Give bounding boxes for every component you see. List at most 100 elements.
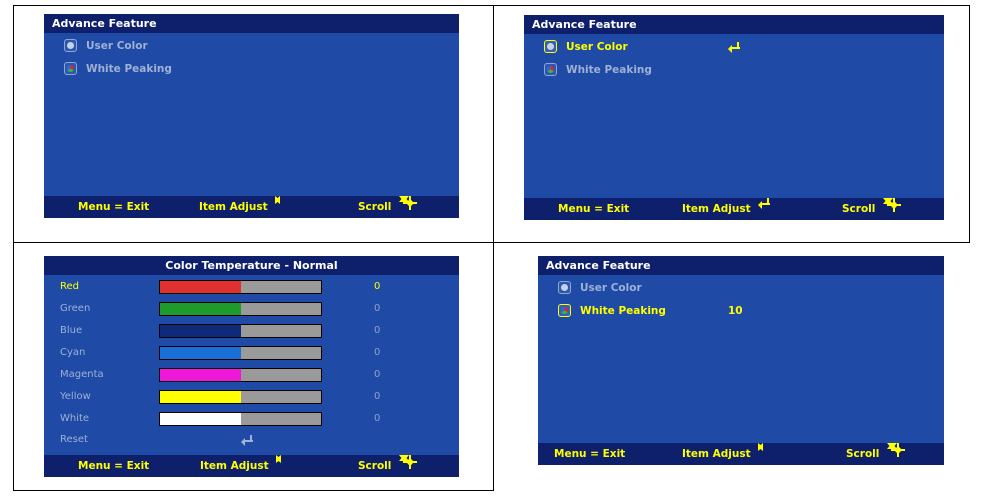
footer-scroll-label: Scroll (846, 448, 880, 460)
grid-top (13, 5, 970, 6)
menu-item-label: White Peaking (566, 64, 652, 76)
menu-item-label: User Color (580, 282, 642, 294)
user-color-icon (558, 281, 571, 294)
color-temp-value: 0 (374, 413, 381, 424)
color-temp-value: 0 (374, 325, 381, 336)
color-temp-value: 0 (374, 347, 381, 358)
menu-item-label: User Color (86, 40, 148, 52)
color-temp-row-cyan[interactable]: Cyan 0 (44, 342, 459, 364)
osd-panel-advance-feature-1: Advance Feature User Color White Peaking… (44, 14, 459, 218)
footer-adjust-hint: Item Adjust (199, 196, 280, 218)
color-temp-label: White (60, 413, 90, 424)
color-temp-value: 0 (374, 281, 381, 292)
color-temp-slider-fill (160, 281, 241, 293)
footer-exit-hint: Menu = Exit (558, 203, 630, 215)
footer-adjust-label: Item Adjust (200, 460, 269, 472)
footer-exit-hint: Menu = Exit (78, 460, 150, 472)
brightness-icon (886, 198, 902, 212)
footer-adjust-hint: Item Adjust (200, 455, 281, 477)
right-arrow-icon (274, 196, 280, 204)
color-temp-value: 0 (374, 391, 381, 402)
color-temp-slider[interactable] (159, 346, 322, 360)
white-peaking-icon (558, 304, 571, 317)
footer-exit-hint: Menu = Exit (78, 201, 150, 213)
footer-adjust-label: Item Adjust (682, 203, 751, 215)
panel-title: Advance Feature (538, 256, 944, 275)
panel-title: Advance Feature (44, 14, 459, 33)
color-temp-row-red[interactable]: Red 0 (44, 276, 459, 298)
footer-scroll-hint: Scroll (842, 198, 902, 220)
footer-scroll-hint: Scroll (358, 196, 418, 218)
footer-scroll-hint: Scroll (846, 443, 906, 465)
color-temp-label: Blue (60, 325, 83, 336)
menu-item-white-peaking[interactable]: White Peaking 10 (538, 301, 944, 321)
color-temp-label: Green (60, 303, 91, 314)
color-temp-slider[interactable] (159, 302, 322, 316)
osd-panel-advance-feature-2: Advance Feature User Color White Peaking… (524, 15, 944, 220)
menu-item-user-color[interactable]: User Color (44, 36, 459, 56)
footer-adjust-hint: Item Adjust (682, 198, 770, 220)
color-temp-slider-fill (160, 391, 241, 403)
menu-item-user-color[interactable]: User Color (538, 278, 944, 298)
enter-icon (241, 435, 253, 446)
menu-item-white-peaking[interactable]: White Peaking (524, 60, 944, 80)
white-peaking-icon (544, 63, 557, 76)
panel-title: Advance Feature (524, 15, 944, 34)
color-temp-slider-fill (160, 369, 241, 381)
menu-item-label: White Peaking (580, 305, 666, 317)
color-temp-slider-fill (160, 347, 241, 359)
color-temp-row-green[interactable]: Green 0 (44, 298, 459, 320)
color-temp-slider[interactable] (159, 280, 322, 294)
color-temp-slider[interactable] (159, 412, 322, 426)
color-temp-label: Cyan (60, 347, 86, 358)
color-temp-slider[interactable] (159, 368, 322, 382)
grid-right (969, 5, 970, 243)
color-temp-label: Magenta (60, 369, 104, 380)
color-temp-row-yellow[interactable]: Yellow 0 (44, 386, 459, 408)
brightness-icon (402, 455, 418, 469)
footer-scroll-hint: Scroll (358, 455, 418, 477)
menu-item-user-color[interactable]: User Color (524, 37, 944, 57)
grid-left (13, 5, 14, 491)
white-peaking-icon (64, 62, 77, 75)
footer-adjust-hint: Item Adjust (682, 443, 763, 465)
footer-scroll-label: Scroll (842, 203, 876, 215)
brightness-icon (402, 196, 418, 210)
grid-center (493, 5, 494, 491)
user-color-icon (544, 40, 557, 53)
right-arrow-icon (275, 455, 281, 463)
color-temp-slider[interactable] (159, 324, 322, 338)
menu-item-reset[interactable]: Reset (44, 429, 459, 451)
right-arrow-icon (757, 443, 763, 451)
footer-exit-hint: Menu = Exit (554, 448, 626, 460)
color-temp-slider-fill (160, 413, 241, 425)
color-temp-slider-fill (160, 325, 241, 337)
panel-title: Color Temperature - Normal (44, 256, 459, 275)
menu-item-white-peaking[interactable]: White Peaking (44, 59, 459, 79)
color-temp-label: Yellow (60, 391, 91, 402)
color-temp-value: 0 (374, 369, 381, 380)
menu-item-label: User Color (566, 41, 628, 53)
grid-bottom (13, 490, 494, 491)
color-temp-value: 0 (374, 303, 381, 314)
color-temp-row-white[interactable]: White 0 (44, 408, 459, 430)
color-temp-row-magenta[interactable]: Magenta 0 (44, 364, 459, 386)
user-color-icon (64, 39, 77, 52)
white-peaking-value: 10 (728, 305, 743, 317)
color-temp-slider[interactable] (159, 390, 322, 404)
color-temp-slider-fill (160, 303, 241, 315)
panel-footer: Menu = Exit Item Adjust Scroll (538, 443, 944, 465)
grid-middle (13, 242, 970, 243)
brightness-icon (890, 443, 906, 457)
osd-panel-advance-feature-3: Advance Feature User Color White Peaking… (538, 256, 944, 465)
enter-icon (728, 37, 740, 57)
footer-scroll-label: Scroll (358, 460, 392, 472)
footer-adjust-label: Item Adjust (199, 201, 268, 213)
reset-label: Reset (60, 434, 88, 445)
menu-item-label: White Peaking (86, 63, 172, 75)
color-temp-label: Red (60, 281, 79, 292)
panel-footer: Menu = Exit Item Adjust Scroll (524, 198, 944, 220)
footer-adjust-label: Item Adjust (682, 448, 751, 460)
color-temp-row-blue[interactable]: Blue 0 (44, 320, 459, 342)
enter-icon (757, 198, 770, 209)
